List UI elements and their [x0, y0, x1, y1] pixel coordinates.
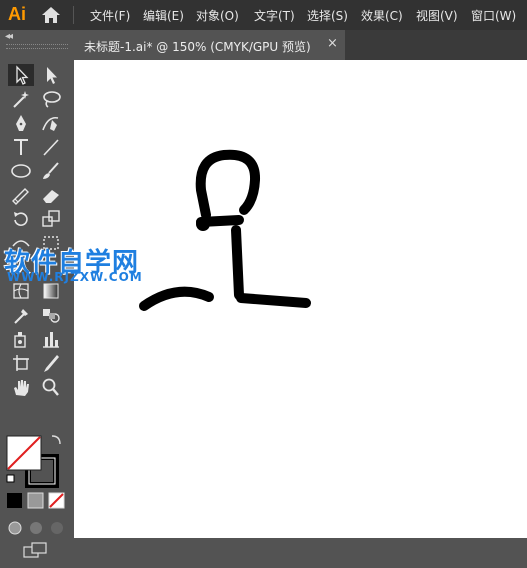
panel-grip[interactable]	[6, 44, 68, 49]
pen-tool-icon[interactable]	[8, 112, 34, 134]
none-mode-button[interactable]	[48, 492, 65, 509]
close-icon[interactable]: ×	[327, 36, 338, 51]
watermark-url: WWW.RJZXW.COM	[7, 270, 143, 284]
fill-swatch[interactable]	[6, 435, 42, 471]
menu-type[interactable]: 文字(T)	[254, 7, 295, 24]
magic-wand-tool-icon[interactable]	[8, 88, 34, 110]
tools-panel: ◂◂	[0, 30, 74, 558]
menu-effect[interactable]: 效果(C)	[361, 7, 403, 24]
menu-divider	[73, 6, 74, 24]
change-screen-mode-icon[interactable]	[23, 542, 47, 558]
menu-edit[interactable]: 编辑(E)	[143, 7, 184, 24]
blend-tool-icon[interactable]	[38, 304, 64, 326]
hand-tool-icon[interactable]	[8, 376, 34, 398]
menu-file[interactable]: 文件(F)	[90, 7, 130, 24]
default-colors-icon[interactable]	[6, 474, 15, 483]
zoom-tool-icon[interactable]	[38, 376, 64, 398]
brush-blob	[196, 217, 210, 231]
artboard-tool-icon[interactable]	[8, 352, 34, 374]
paintbrush-tool-icon[interactable]	[38, 160, 64, 182]
drawing-modes-row[interactable]	[8, 521, 63, 535]
shaper-tool-icon[interactable]	[8, 184, 34, 206]
menu-select[interactable]: 选择(S)	[307, 7, 348, 24]
lasso-tool-icon[interactable]	[38, 88, 64, 110]
symbol-sprayer-tool-icon[interactable]	[8, 328, 34, 350]
menu-window[interactable]: 窗口(W)	[471, 7, 516, 24]
slice-tool-icon[interactable]	[38, 352, 64, 374]
gradient-mode-button[interactable]	[27, 492, 44, 509]
menu-object[interactable]: 对象(O)	[196, 7, 239, 24]
document-tab-bar: 未标题-1.ai* @ 150% (CMYK/GPU 预览) ×	[74, 30, 527, 60]
eraser-tool-icon[interactable]	[38, 184, 64, 206]
line-segment-tool-icon[interactable]	[38, 136, 64, 158]
app-logo: Ai	[8, 4, 26, 24]
document-tab-title: 未标题-1.ai* @ 150% (CMYK/GPU 预览)	[84, 40, 311, 54]
type-tool-icon[interactable]	[8, 136, 34, 158]
artboard-canvas[interactable]	[74, 60, 527, 538]
rotate-tool-icon[interactable]	[8, 208, 34, 230]
menu-bar: Ai 文件(F) 编辑(E) 对象(O) 文字(T) 选择(S) 效果(C) 视…	[0, 0, 527, 30]
collapse-panel-icon[interactable]: ◂◂	[5, 31, 13, 42]
eyedropper-tool-icon[interactable]	[8, 304, 34, 326]
swap-fill-stroke-icon[interactable]	[51, 435, 61, 445]
color-mode-button[interactable]	[7, 493, 22, 508]
brush-stroke-artwork[interactable]	[139, 149, 311, 311]
curvature-tool-icon[interactable]	[38, 112, 64, 134]
document-tab[interactable]: 未标题-1.ai* @ 150% (CMYK/GPU 预览) ×	[74, 30, 345, 60]
direct-selection-tool-icon[interactable]	[38, 64, 64, 86]
home-icon[interactable]	[40, 5, 62, 25]
selection-tool-icon[interactable]	[8, 64, 34, 86]
ellipse-tool-icon[interactable]	[8, 160, 34, 182]
column-graph-tool-icon[interactable]	[38, 328, 64, 350]
menu-view[interactable]: 视图(V)	[416, 7, 458, 24]
scale-tool-icon[interactable]	[38, 208, 64, 230]
